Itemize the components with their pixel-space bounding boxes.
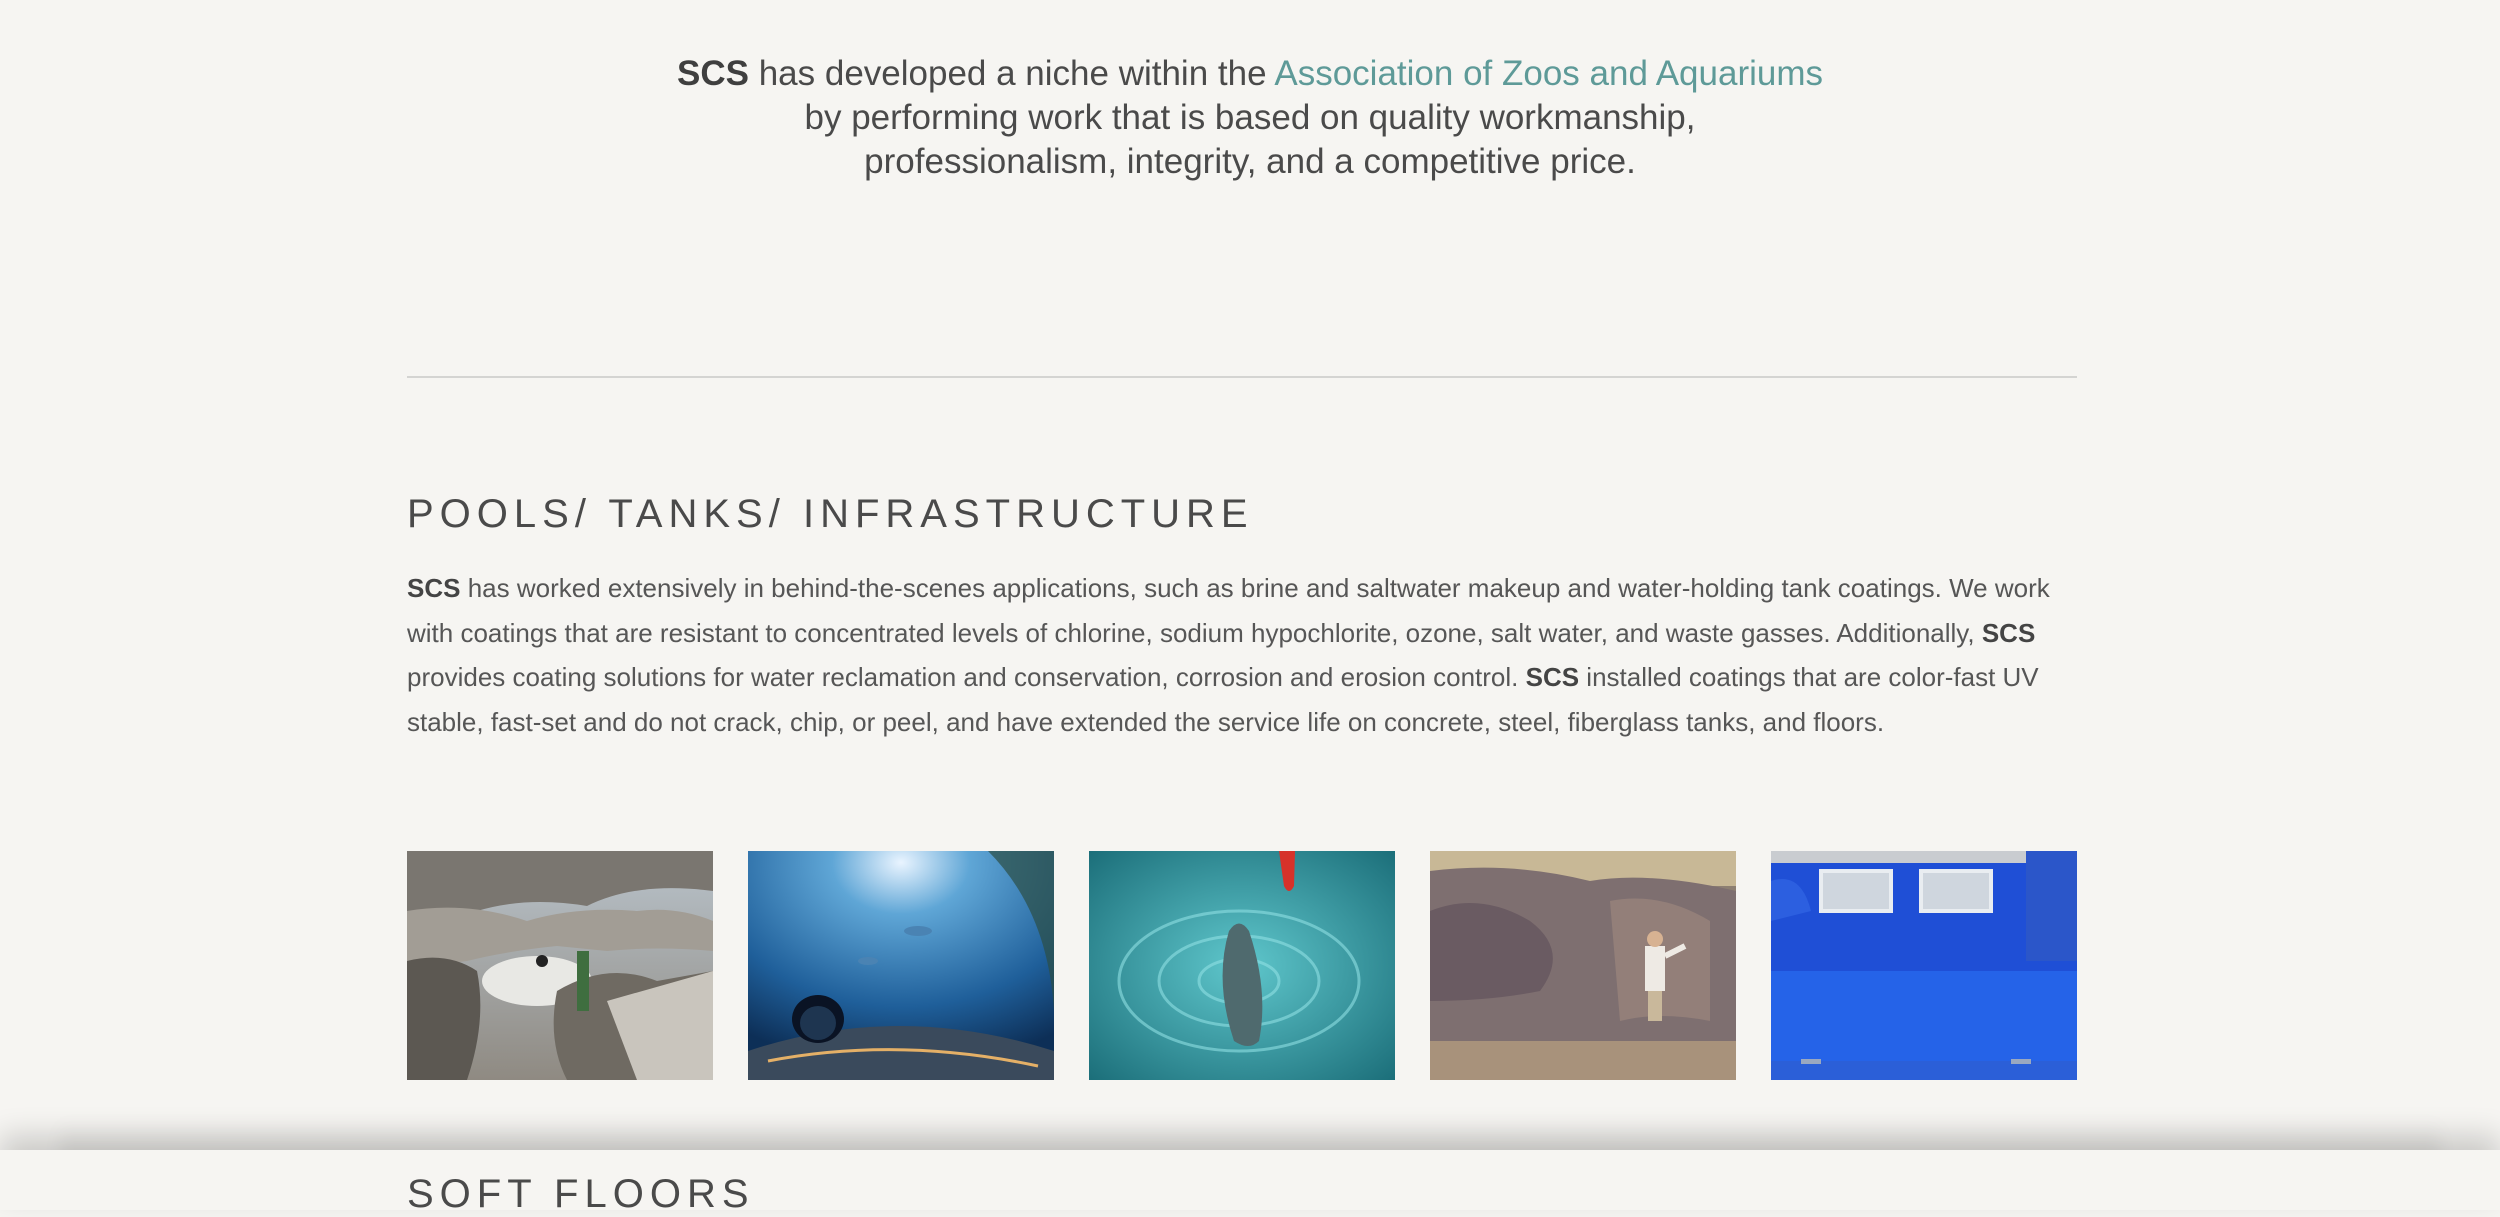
section-title: POOLS/ TANKS/ INFRASTRUCTURE xyxy=(407,492,1254,536)
brand-mention: SCS xyxy=(407,573,461,603)
aza-link[interactable]: Association of Zoos and Aquariums xyxy=(1274,54,1823,93)
intro-line-1: SCS has developed a niche within the Ass… xyxy=(0,52,2500,96)
worker-rockwork-photo[interactable] xyxy=(1430,851,1736,1080)
section-divider xyxy=(407,376,2077,378)
blue-tank-photo[interactable] xyxy=(1771,851,2077,1080)
aquarium-tunnel-photo[interactable] xyxy=(748,851,1054,1080)
rock-arch-photo[interactable] xyxy=(407,851,713,1080)
brand-mention: SCS xyxy=(1525,662,1580,693)
project-gallery xyxy=(407,851,2077,1080)
intro-text: has developed a niche within the xyxy=(748,54,1275,93)
intro-line-3: professionalism, integrity, and a compet… xyxy=(864,142,1636,181)
brand-mention: SCS xyxy=(1981,617,2036,648)
intro-line-2: by performing work that is based on qual… xyxy=(804,98,1696,137)
next-section-title: SOFT FLOORS xyxy=(407,1172,755,1216)
intro-brand: SCS xyxy=(677,54,749,93)
next-section-panel: SOFT FLOORS xyxy=(0,1150,2500,1216)
description-part-2: provides coating solutions for water rec… xyxy=(407,662,1526,693)
dolphin-pool-photo[interactable] xyxy=(1089,851,1395,1080)
intro-statement: SCS has developed a niche within the Ass… xyxy=(0,52,2500,184)
description-part-1: has worked extensively in behind-the-sce… xyxy=(407,573,2050,648)
section-description: SCS has worked extensively in behind-the… xyxy=(407,566,2082,745)
